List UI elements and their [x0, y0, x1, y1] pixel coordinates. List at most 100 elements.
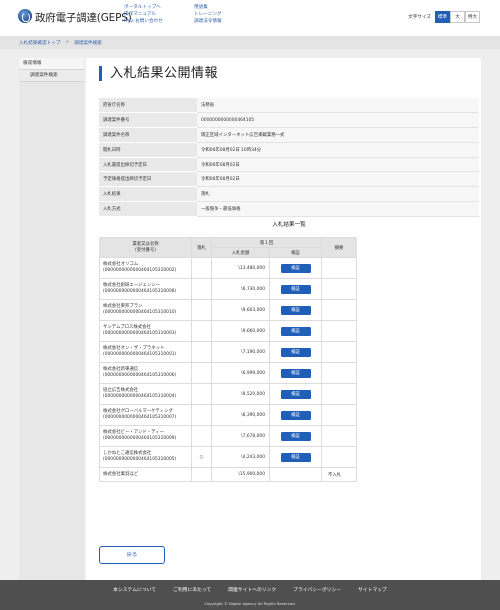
footer-link-terms[interactable]: ご利用にあたって: [173, 586, 211, 593]
verify-button[interactable]: 検証: [280, 368, 311, 378]
bidder-cell: 株式会社グローバルマーケティング (00000000000004641053100…: [99, 404, 192, 426]
verify-cell: 検証: [269, 383, 322, 405]
verify-button[interactable]: 検証: [280, 452, 311, 462]
breadcrumb-bar: 入札結果確認トップ > 調達案件検索: [0, 36, 500, 49]
remarks-cell: [321, 320, 357, 342]
bidder-receipt-number: (0000000000000464105310005): [103, 457, 177, 462]
footer-link-privacy[interactable]: プライバシーポリシー: [293, 586, 341, 593]
verify-button[interactable]: 検証: [280, 410, 311, 420]
award-mark: [191, 341, 212, 363]
sidebar-item-case-search[interactable]: 調達案件検索: [19, 70, 84, 82]
font-size-large-button[interactable]: 大: [450, 11, 465, 23]
faq-link[interactable]: FAQ･お問い合わせ: [124, 19, 163, 25]
info-label: 入札書提出締切予定日: [99, 157, 197, 173]
training-link[interactable]: トレーニング: [194, 12, 222, 18]
bidder-cell: サンデムプロス株式会社 (0000000000000464105310003): [99, 320, 192, 342]
info-value: 落札: [197, 186, 479, 203]
remarks-cell: [321, 383, 357, 405]
footer-link-sitemap[interactable]: サイトマップ: [358, 586, 387, 593]
award-mark: [191, 299, 212, 321]
award-mark: [191, 362, 212, 384]
bid-amount: \13,480,000: [211, 257, 270, 279]
sidebar: 検収情報 調達案件検索: [19, 58, 84, 580]
info-label: 予定価格提出締切予定日: [99, 171, 197, 188]
remarks-cell: [321, 257, 357, 279]
bid-amount: \6,999,000: [211, 362, 270, 384]
verify-button[interactable]: 検証: [280, 284, 311, 294]
info-row: 入札結果 落札: [99, 186, 479, 203]
bidder-receipt-number: (0000000000000464105310009): [103, 436, 177, 441]
breadcrumb-case-search[interactable]: 調達案件検索: [74, 40, 102, 46]
bidder-cell: 株式会社新東通信 (0000000000000464105310006): [99, 362, 192, 384]
font-size-switcher: 文字サイズ 標準 大 特大: [408, 11, 480, 23]
verify-cell: 検証: [269, 299, 322, 321]
verify-cell: 検証: [269, 404, 322, 426]
site-header: 政府電子調達(GEPS) ポータルトップへ 操作マニュアル FAQ･お問い合わせ…: [0, 0, 500, 36]
bid-row: サンデムプロス株式会社 (0000000000000464105310003) \9…: [99, 320, 357, 342]
bidder-receipt-number: (0000000000000464105310002): [103, 268, 177, 273]
procurement-law-link[interactable]: 調達法令情報: [194, 19, 222, 25]
verify-cell: [269, 467, 322, 482]
bid-row: 株式会社東邦プラン (0000000000000464105310010) \9,6…: [99, 299, 357, 321]
breadcrumb-bid-result-top[interactable]: 入札結果確認トップ: [19, 40, 60, 46]
geps-logo-icon[interactable]: [18, 9, 32, 23]
remarks-cell: [321, 446, 357, 468]
verify-button[interactable]: 検証: [280, 305, 311, 315]
page-title: 入札結果公開情報: [99, 66, 218, 81]
verify-cell: 検証: [269, 425, 322, 447]
award-mark: [191, 425, 212, 447]
bid-amount: \7,678,000: [211, 425, 270, 447]
bidder-receipt-number: (0000000000000464105310010): [103, 310, 177, 315]
info-label: 入札方式: [99, 201, 197, 217]
verify-button[interactable]: 検証: [280, 431, 311, 441]
remarks-cell: [321, 341, 357, 363]
bidder-cell: 株式会社ビー・アンド・ディー (0000000000000464105310009…: [99, 425, 192, 447]
verify-cell: 検証: [269, 320, 322, 342]
glossary-link[interactable]: 用語集: [194, 5, 222, 11]
remarks-cell: [321, 362, 357, 384]
font-size-xlarge-button[interactable]: 特大: [465, 11, 480, 23]
bidder-name: 株式会社萬羽ほど: [103, 471, 139, 477]
verify-button[interactable]: 検証: [280, 326, 311, 336]
verify-cell: 検証: [269, 341, 322, 363]
info-label: 調達案件番号: [99, 112, 197, 129]
bid-amount: \6,730,000: [211, 278, 270, 300]
font-size-standard-button[interactable]: 標準: [435, 11, 450, 23]
portal-top-link[interactable]: ポータルトップへ: [124, 5, 163, 11]
sidebar-heading: 検収情報: [19, 58, 84, 70]
bid-row: 株式会社萬羽ほど \15,900,000 不入札: [99, 467, 357, 482]
award-mark: [191, 467, 212, 482]
verify-cell: 検証: [269, 278, 322, 300]
results-title: 入札結果一覧: [272, 222, 306, 228]
bidder-cell: 株式会社創研エージェンシー (0000000000000464105310008): [99, 278, 192, 300]
bidder-receipt-number: (0000000000000464105310003): [103, 331, 177, 336]
verify-button[interactable]: 検証: [280, 389, 311, 399]
info-row: 府省庁名称 法務省: [99, 98, 479, 114]
site-title[interactable]: 政府電子調達(GEPS): [35, 10, 132, 25]
bid-amount: \8,390,000: [211, 404, 270, 426]
award-mark: [191, 404, 212, 426]
bid-amount: \9,660,000: [211, 320, 270, 342]
verify-button[interactable]: 検証: [280, 263, 311, 273]
bid-results-table: 業者又は名称 (受付番号) 落札 第１回 摘要 入札金額 検証 株式会社オリコム…: [99, 237, 357, 482]
bidder-cell: 株式会社オン・ザ・プラネット (0000000000000464105310001…: [99, 341, 192, 363]
info-row: 入札書提出締切予定日 令和06年08月02日: [99, 157, 479, 173]
info-label: 府省庁名称: [99, 98, 197, 114]
manual-link[interactable]: 操作マニュアル: [124, 12, 163, 18]
bid-row: 株式会社グローバルマーケティング (00000000000004641053100…: [99, 404, 357, 426]
bidder-cell: 株式会社東邦プラン (0000000000000464105310010): [99, 299, 192, 321]
footer-link-related-sites[interactable]: 関連サイトへのリンク: [228, 586, 276, 593]
bid-row: 株式会社オリコム (0000000000000464105310002) \13,4…: [99, 257, 357, 279]
award-mark: [191, 383, 212, 405]
verify-cell: 検証: [269, 446, 322, 468]
verify-cell: 検証: [269, 257, 322, 279]
info-value: 令和06年08月02日 10時34分: [197, 142, 479, 158]
footer-link-about[interactable]: 本システムについて: [113, 586, 156, 593]
info-row: 調達案件名称 矯正区域インターネット広告掲載業務一式: [99, 127, 479, 143]
remarks-cell: 不入札: [321, 467, 357, 482]
col-header-bidder: 業者又は名称 (受付番号): [99, 237, 192, 258]
info-value: 令和06年08月02日: [197, 171, 479, 188]
bidder-cell: 株式会社萬羽ほど: [99, 467, 192, 482]
verify-button[interactable]: 検証: [280, 347, 311, 357]
back-button[interactable]: 戻る: [99, 546, 165, 564]
